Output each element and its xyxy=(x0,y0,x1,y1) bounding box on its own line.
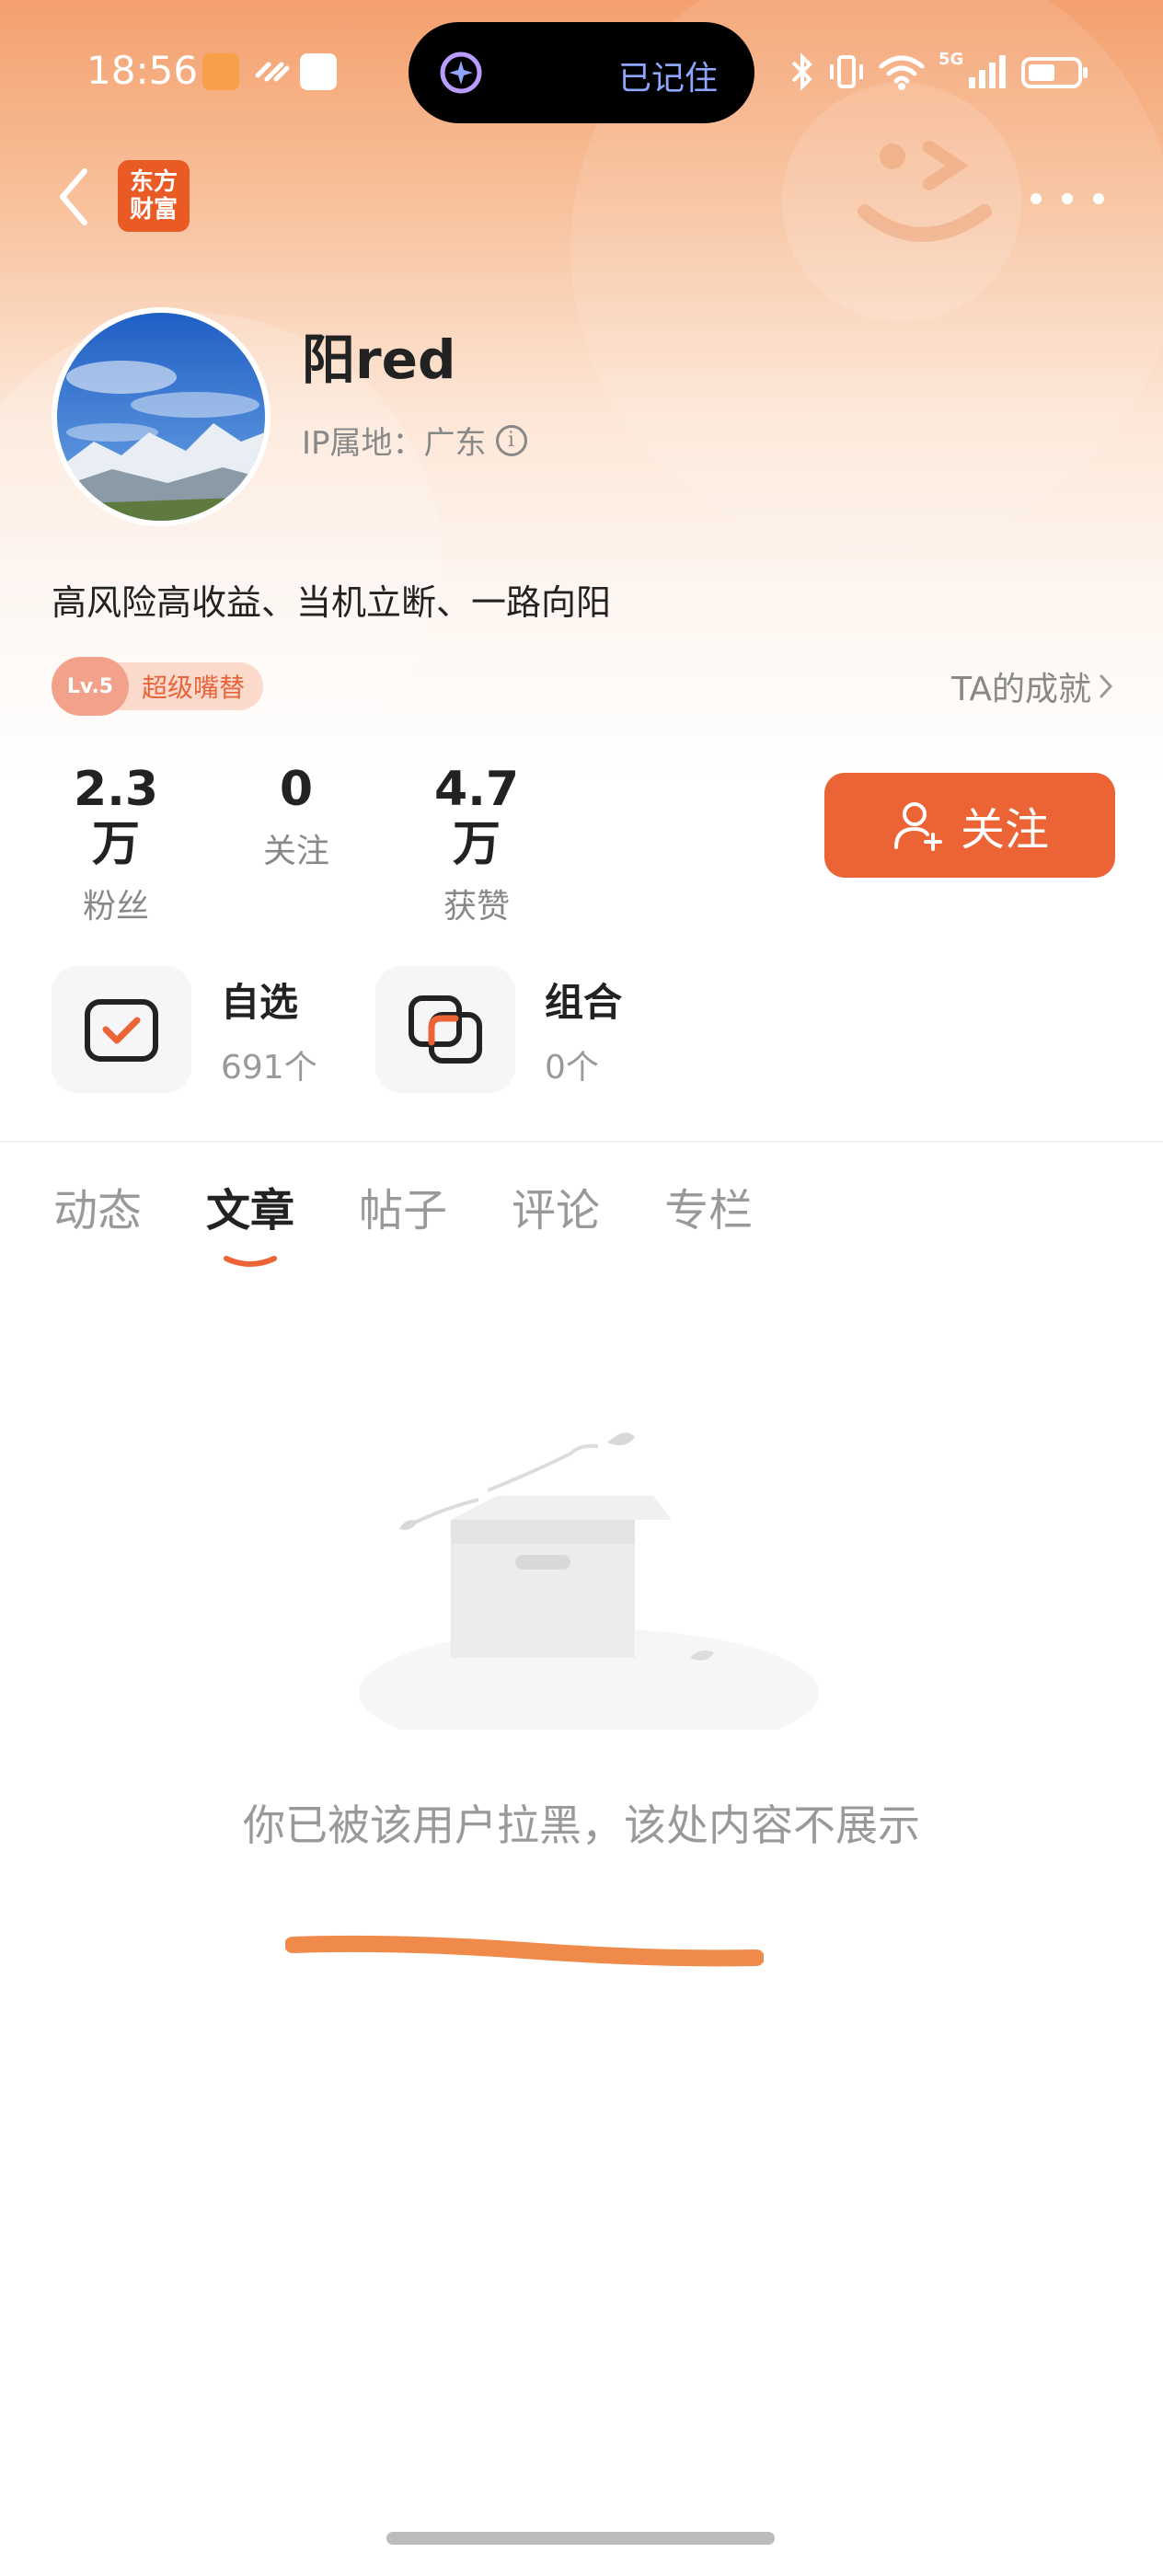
brand-logo-line2: 财富 xyxy=(129,196,178,224)
stat-followers[interactable]: 2.3万 粉丝 xyxy=(52,762,180,927)
tab-posts[interactable]: 帖子 xyxy=(359,1174,447,1238)
achievements-link[interactable]: TA的成就 xyxy=(951,662,1113,710)
tab-columns[interactable]: 专栏 xyxy=(664,1174,753,1238)
watchlist-count: 691个 xyxy=(221,1048,317,1087)
dynamic-island: 已记住 xyxy=(409,22,754,123)
signal-icon xyxy=(969,55,1007,88)
brand-logo[interactable]: 东方 财富 xyxy=(118,160,190,232)
ip-location: IP属地：广东 xyxy=(302,425,487,462)
achievements-label: TA的成就 xyxy=(951,671,1091,708)
stat-value: 0 xyxy=(279,762,314,817)
app-notification-icon xyxy=(202,53,239,90)
tab-articles[interactable]: 文章 xyxy=(206,1174,295,1267)
level-badge[interactable]: Lv.5 超级嘴替 xyxy=(52,657,264,716)
vibrate-icon xyxy=(830,55,863,88)
clipboard-icon xyxy=(300,53,337,90)
status-right-icons: 5G xyxy=(789,50,1090,94)
username: 阳red xyxy=(302,328,456,391)
bio: 高风险高收益、当机立断、一路向阳 xyxy=(52,582,612,623)
active-tab-indicator xyxy=(224,1256,278,1267)
highlight-stroke xyxy=(285,1935,764,1967)
stat-likes[interactable]: 4.7万 获赞 xyxy=(410,762,543,927)
portfolio-count: 0个 xyxy=(545,1048,599,1087)
more-options-button[interactable] xyxy=(1031,180,1104,217)
bluetooth-icon xyxy=(791,52,812,91)
stat-value: 4.7万 xyxy=(433,762,520,872)
tab-activity[interactable]: 动态 xyxy=(53,1174,142,1238)
watchlist-icon xyxy=(52,966,191,1093)
wifi-icon xyxy=(879,55,925,90)
tab-comments[interactable]: 评论 xyxy=(512,1174,600,1238)
more-dot xyxy=(1093,193,1104,204)
add-user-icon xyxy=(893,802,942,851)
island-status-text: 已记住 xyxy=(618,60,719,98)
battery-icon xyxy=(1021,57,1088,88)
link-icon xyxy=(254,55,291,88)
watchlist-title: 自选 xyxy=(221,979,299,1025)
portfolio-icon xyxy=(375,966,515,1093)
chevron-left-icon xyxy=(60,168,87,225)
chevron-right-icon xyxy=(1100,674,1113,698)
tab-articles-label: 文章 xyxy=(206,1185,295,1236)
profile-tabs: 动态 文章 帖子 评论 专栏 xyxy=(53,1174,753,1267)
stat-label: 粉丝 xyxy=(82,888,149,926)
smile-decoration-icon xyxy=(858,141,992,242)
info-icon[interactable]: i xyxy=(495,424,527,456)
watchlist-entry[interactable]: 自选 691个 xyxy=(52,966,317,1093)
follow-button[interactable]: 关注 xyxy=(824,773,1115,878)
level-text: Lv.5 xyxy=(66,674,114,698)
avatar[interactable] xyxy=(52,307,271,526)
stat-value: 2.3万 xyxy=(73,762,159,872)
level-medal-icon: Lv.5 xyxy=(52,657,129,716)
home-indicator[interactable] xyxy=(386,2532,775,2545)
level-title: 超级嘴替 xyxy=(142,673,246,703)
network-type: 5G xyxy=(938,50,964,69)
portfolio-title: 组合 xyxy=(545,979,623,1025)
stat-following[interactable]: 0 关注 xyxy=(241,762,351,872)
empty-box-illustration xyxy=(359,1432,819,1730)
portfolio-entry[interactable]: 组合 0个 xyxy=(375,966,622,1093)
status-time: 18:56 xyxy=(86,48,199,93)
back-button[interactable] xyxy=(46,160,101,234)
more-dot xyxy=(1031,193,1042,204)
brand-logo-line1: 东方 xyxy=(129,168,178,196)
stat-label: 获赞 xyxy=(443,888,510,926)
follow-button-label: 关注 xyxy=(960,804,1049,856)
divider xyxy=(0,1141,1163,1143)
more-dot xyxy=(1062,193,1073,204)
ip-location-row: IP属地：广东 i xyxy=(302,418,527,463)
stat-label: 关注 xyxy=(262,833,329,870)
blocked-message: 你已被该用户拉黑，该处内容不展示 xyxy=(243,1800,920,1850)
assistant-icon xyxy=(436,48,486,98)
